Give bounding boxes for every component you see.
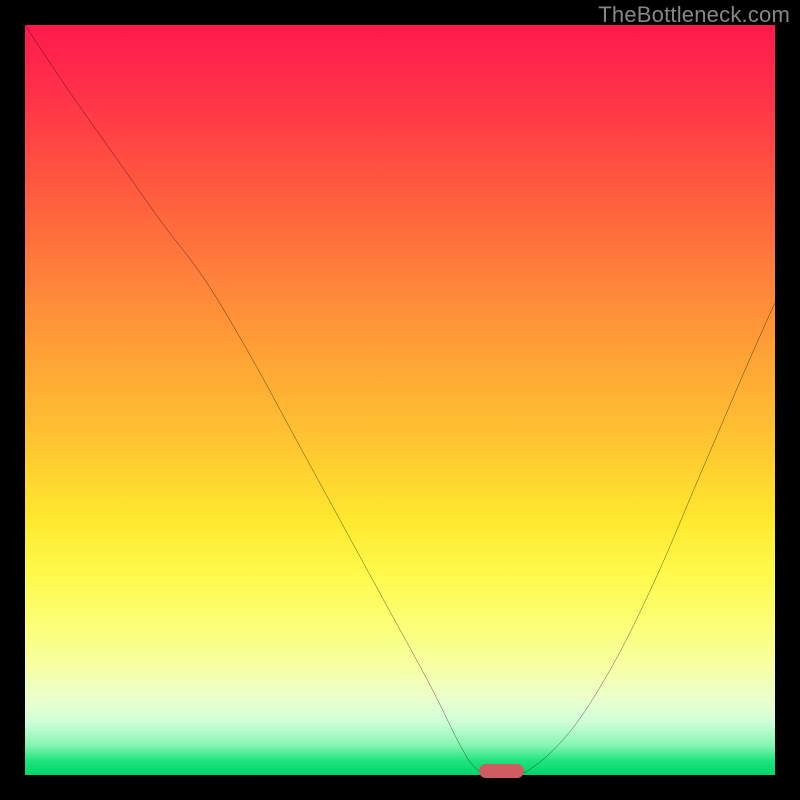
chart-container: TheBottleneck.com <box>0 0 800 800</box>
plot-area <box>25 25 775 775</box>
watermark-text: TheBottleneck.com <box>598 2 790 28</box>
optimal-marker <box>479 764 524 778</box>
bottleneck-curve <box>25 25 775 775</box>
